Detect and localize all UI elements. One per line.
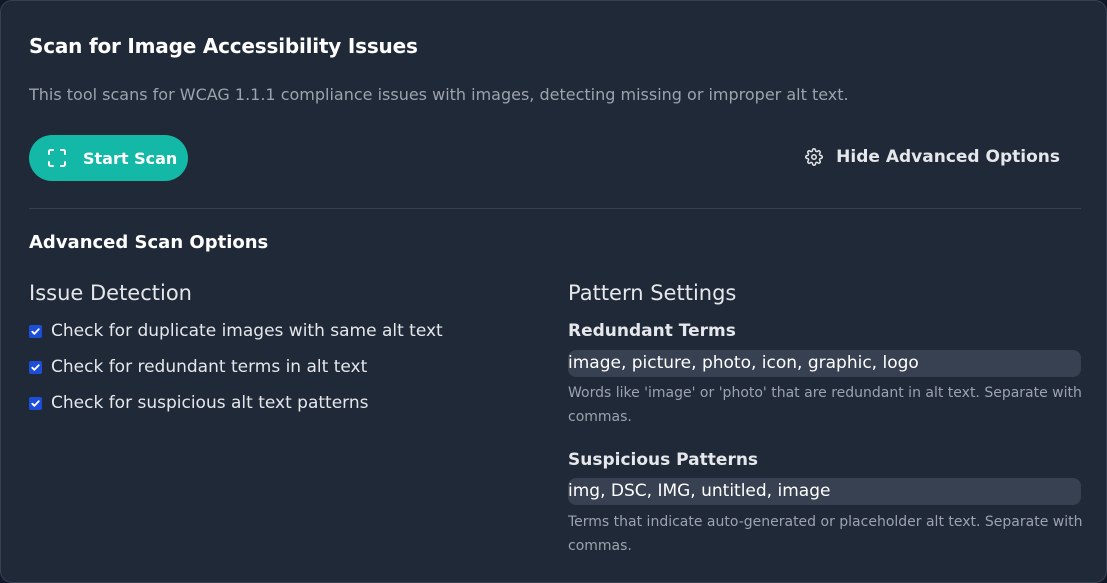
option-duplicate-images[interactable]: Check for duplicate images with same alt…: [29, 321, 443, 341]
checkbox-duplicate-images[interactable]: [29, 324, 42, 338]
checkbox-label: Check for duplicate images with same alt…: [51, 321, 443, 341]
section-divider: [29, 208, 1081, 209]
scan-frame-icon: [47, 148, 67, 168]
checkbox-label: Check for redundant terms in alt text: [51, 357, 368, 377]
suspicious-patterns-input[interactable]: img, DSC, IMG, untitled, image: [568, 478, 1081, 505]
issue-detection-heading: Issue Detection: [29, 281, 192, 305]
checkbox-label: Check for suspicious alt text patterns: [51, 393, 369, 413]
checkbox-redundant-terms[interactable]: [29, 360, 42, 374]
redundant-terms-input[interactable]: image, picture, photo, icon, graphic, lo…: [568, 350, 1081, 377]
suspicious-patterns-hint: Terms that indicate auto-generated or pl…: [568, 514, 1083, 554]
redundant-terms-label: Redundant Terms: [568, 321, 736, 341]
start-scan-label: Start Scan: [83, 148, 178, 168]
advanced-options-title: Advanced Scan Options: [29, 232, 269, 253]
gear-icon: [805, 148, 824, 166]
option-redundant-terms[interactable]: Check for redundant terms in alt text: [29, 357, 367, 377]
page-title: Scan for Image Accessibility Issues: [29, 34, 418, 58]
suspicious-patterns-label: Suspicious Patterns: [568, 450, 759, 470]
toggle-advanced-options-button[interactable]: Hide Advanced Options: [805, 147, 1060, 167]
checkbox-suspicious-patterns[interactable]: [29, 396, 42, 410]
scan-panel: Scan for Image Accessibility Issues This…: [0, 0, 1107, 583]
start-scan-button[interactable]: Start Scan: [29, 135, 188, 181]
option-suspicious-patterns[interactable]: Check for suspicious alt text patterns: [29, 393, 368, 413]
page-description: This tool scans for WCAG 1.1.1 complianc…: [29, 85, 849, 104]
toggle-advanced-label: Hide Advanced Options: [836, 147, 1060, 167]
redundant-terms-hint: Words like 'image' or 'photo' that are r…: [568, 385, 1082, 425]
pattern-settings-heading: Pattern Settings: [568, 281, 737, 305]
